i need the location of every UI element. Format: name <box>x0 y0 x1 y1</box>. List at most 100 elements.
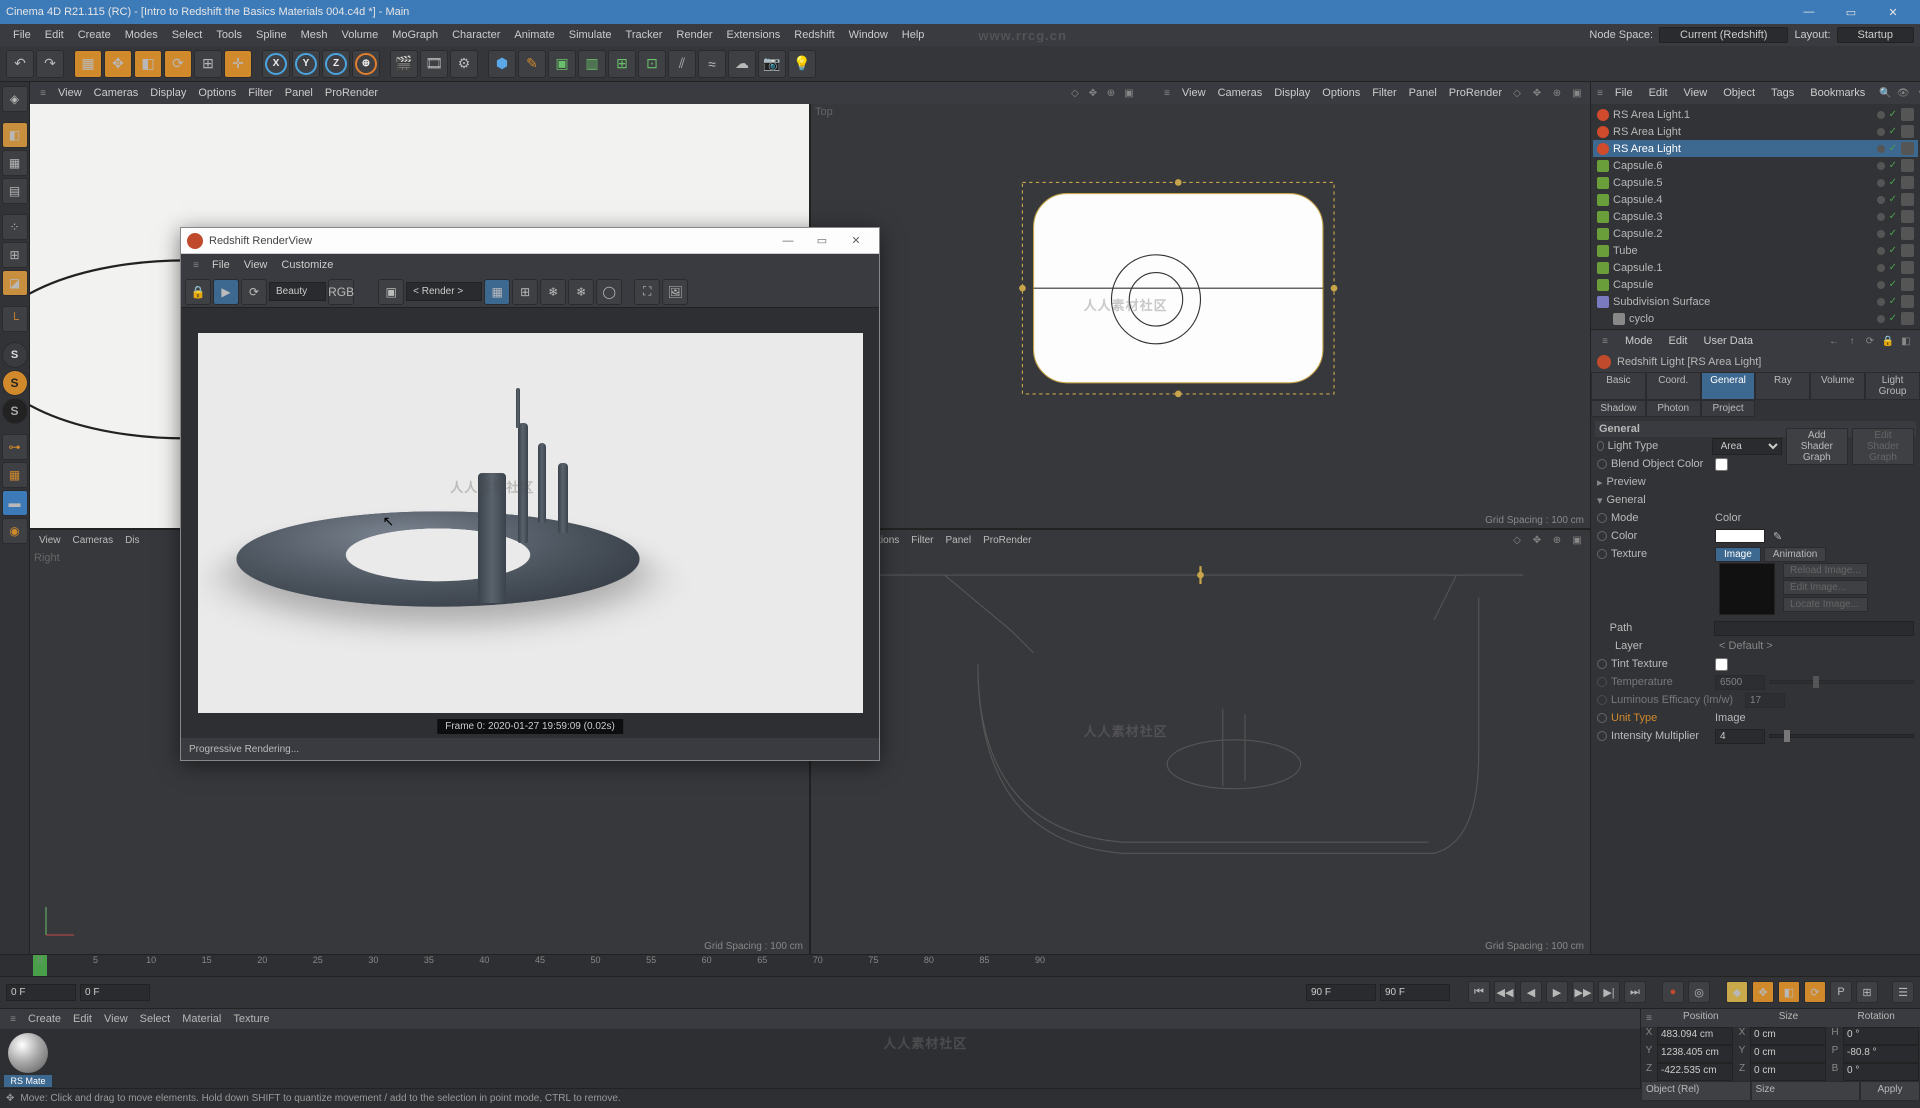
make-editable[interactable]: ◈ <box>2 86 28 112</box>
vp4-filter[interactable]: Filter <box>906 534 938 547</box>
layer-dot[interactable] <box>1877 162 1885 170</box>
texture-mode[interactable]: ▦ <box>2 150 28 176</box>
renderview-canvas[interactable]: ↖ 人人素材社区 Frame 0: 2020-01-27 19:59:09 (0… <box>181 308 879 738</box>
texture-anim-tab[interactable]: Animation <box>1764 547 1826 562</box>
viewport-solo-1[interactable]: S <box>2 342 28 368</box>
tag-slot[interactable] <box>1901 193 1914 206</box>
rv-snow-2[interactable]: ❄ <box>568 279 594 305</box>
rot-field[interactable]: 0 ° <box>1843 1027 1919 1045</box>
edit-shader-button[interactable]: Edit Shader Graph <box>1852 428 1914 465</box>
tag-slot[interactable] <box>1901 295 1914 308</box>
subdivision-button[interactable]: ▣ <box>548 50 576 78</box>
minimize-button[interactable]: — <box>1788 0 1830 24</box>
snap-grid[interactable]: ▦ <box>2 462 28 488</box>
bullet-icon[interactable] <box>1597 441 1604 451</box>
bullet-icon[interactable] <box>1597 459 1607 469</box>
obj-menu-edit[interactable]: Edit <box>1645 86 1672 100</box>
vp4-nav-icon[interactable]: ◇ <box>1508 531 1526 549</box>
vp2-menu-filter[interactable]: Filter <box>1366 85 1402 101</box>
pos-key-button[interactable]: ✥ <box>1752 981 1774 1003</box>
obj-search-icon[interactable]: 🔍 <box>1877 85 1893 101</box>
menu-file[interactable]: File <box>6 27 38 43</box>
coords-menu-icon[interactable]: ≡ <box>1641 1009 1657 1027</box>
layer-dot[interactable] <box>1877 315 1885 323</box>
rv-menu-file[interactable]: File <box>205 257 237 273</box>
rv-rgb-button[interactable]: RGB <box>328 279 354 305</box>
rv-refresh-button[interactable]: ⟳ <box>241 279 267 305</box>
mat-menu-icon[interactable]: ≡ <box>4 1010 22 1028</box>
rv-menu-customize[interactable]: Customize <box>274 257 340 273</box>
axis-x-button[interactable]: X <box>262 50 290 78</box>
visible-check[interactable]: ✓ <box>1889 194 1897 205</box>
object-row[interactable]: RS Area Light✓ <box>1593 140 1918 157</box>
menu-tools[interactable]: Tools <box>209 27 249 43</box>
undo-button[interactable]: ↶ <box>6 50 34 78</box>
mat-menu-select[interactable]: Select <box>134 1011 177 1027</box>
locate-image[interactable]: Locate Image... <box>1783 597 1868 612</box>
layer-dot[interactable] <box>1877 298 1885 306</box>
tag-slot[interactable] <box>1901 210 1914 223</box>
tint-checkbox[interactable] <box>1715 658 1728 671</box>
autokey-button[interactable]: ◎ <box>1688 981 1710 1003</box>
snap-workplane[interactable]: ▬ <box>2 490 28 516</box>
vp2-nav-icon[interactable]: ◇ <box>1508 84 1526 102</box>
vp2-menu-display[interactable]: Display <box>1268 85 1316 101</box>
renderview-titlebar[interactable]: Redshift RenderView — ▭ ✕ <box>181 228 879 254</box>
object-row[interactable]: Capsule.4✓ <box>1593 191 1918 208</box>
layer-dot[interactable] <box>1877 128 1885 136</box>
attr-back-icon[interactable]: ← <box>1826 333 1842 349</box>
object-row[interactable]: Capsule✓ <box>1593 276 1918 293</box>
menu-spline[interactable]: Spline <box>249 27 294 43</box>
rv-close[interactable]: ✕ <box>839 229 873 253</box>
reload-image[interactable]: Reload Image... <box>1783 563 1868 578</box>
layer-dot[interactable] <box>1877 145 1885 153</box>
attr-new-icon[interactable]: ◧ <box>1898 333 1914 349</box>
visible-check[interactable]: ✓ <box>1889 143 1897 154</box>
layer-value[interactable]: < Default > <box>1719 640 1914 652</box>
object-tree[interactable]: RS Area Light.1✓RS Area Light✓RS Area Li… <box>1591 104 1920 329</box>
visible-check[interactable]: ✓ <box>1889 109 1897 120</box>
deformer-button[interactable]: ⫽ <box>668 50 696 78</box>
layer-dot[interactable] <box>1877 213 1885 221</box>
visible-check[interactable]: ✓ <box>1889 126 1897 137</box>
rv-crop-button[interactable]: ▣ <box>378 279 404 305</box>
color-picker-icon[interactable]: ✎ <box>1773 530 1782 543</box>
attr-up-icon[interactable]: ↑ <box>1844 333 1860 349</box>
render-view-button[interactable]: 🎬 <box>390 50 418 78</box>
size-field[interactable]: 0 cm <box>1750 1063 1826 1081</box>
mode-value[interactable]: Color <box>1715 512 1741 524</box>
tab-photon[interactable]: Photon <box>1646 400 1701 417</box>
axis-y-button[interactable]: Y <box>292 50 320 78</box>
menu-edit[interactable]: Edit <box>38 27 71 43</box>
axis-z-button[interactable]: Z <box>322 50 350 78</box>
general-sub-label[interactable]: General <box>1607 494 1646 506</box>
add-shader-button[interactable]: Add Shader Graph <box>1786 428 1848 465</box>
menu-help[interactable]: Help <box>895 27 932 43</box>
close-button[interactable]: ✕ <box>1872 0 1914 24</box>
rv-lock-button[interactable]: 🔒 <box>185 279 211 305</box>
pos-field[interactable]: 483.094 cm <box>1657 1027 1733 1045</box>
unit-value[interactable]: Image <box>1715 712 1914 724</box>
next-frame-button[interactable]: ▶▶ <box>1572 981 1594 1003</box>
viewport-top[interactable]: Top 人人素材社区 Grid Spacing : 100 cm <box>811 104 1590 528</box>
edit-image[interactable]: Edit Image... <box>1783 580 1868 595</box>
move-tool[interactable]: ✥ <box>104 50 132 78</box>
mat-menu-material[interactable]: Material <box>176 1011 227 1027</box>
vp2-menu-cameras[interactable]: Cameras <box>1212 85 1269 101</box>
vp2-menu-view[interactable]: View <box>1176 85 1212 101</box>
scale-tool[interactable]: ◧ <box>134 50 162 78</box>
layer-dot[interactable] <box>1877 264 1885 272</box>
camera-button[interactable]: 📷 <box>758 50 786 78</box>
menu-create[interactable]: Create <box>71 27 118 43</box>
menu-tracker[interactable]: Tracker <box>619 27 670 43</box>
coord-apply-button[interactable]: Apply <box>1860 1081 1920 1101</box>
object-row[interactable]: Capsule.6✓ <box>1593 157 1918 174</box>
mat-menu-edit[interactable]: Edit <box>67 1011 98 1027</box>
snap-enable[interactable]: ⊶ <box>2 434 28 460</box>
rv-menu-view[interactable]: View <box>237 257 275 273</box>
selection-tool[interactable]: ▦ <box>74 50 102 78</box>
rv-aov-selector[interactable]: Beauty <box>269 282 326 301</box>
vp-nav-icon[interactable]: ◇ <box>1066 84 1084 102</box>
visible-check[interactable]: ✓ <box>1889 228 1897 239</box>
visible-check[interactable]: ✓ <box>1889 313 1897 324</box>
